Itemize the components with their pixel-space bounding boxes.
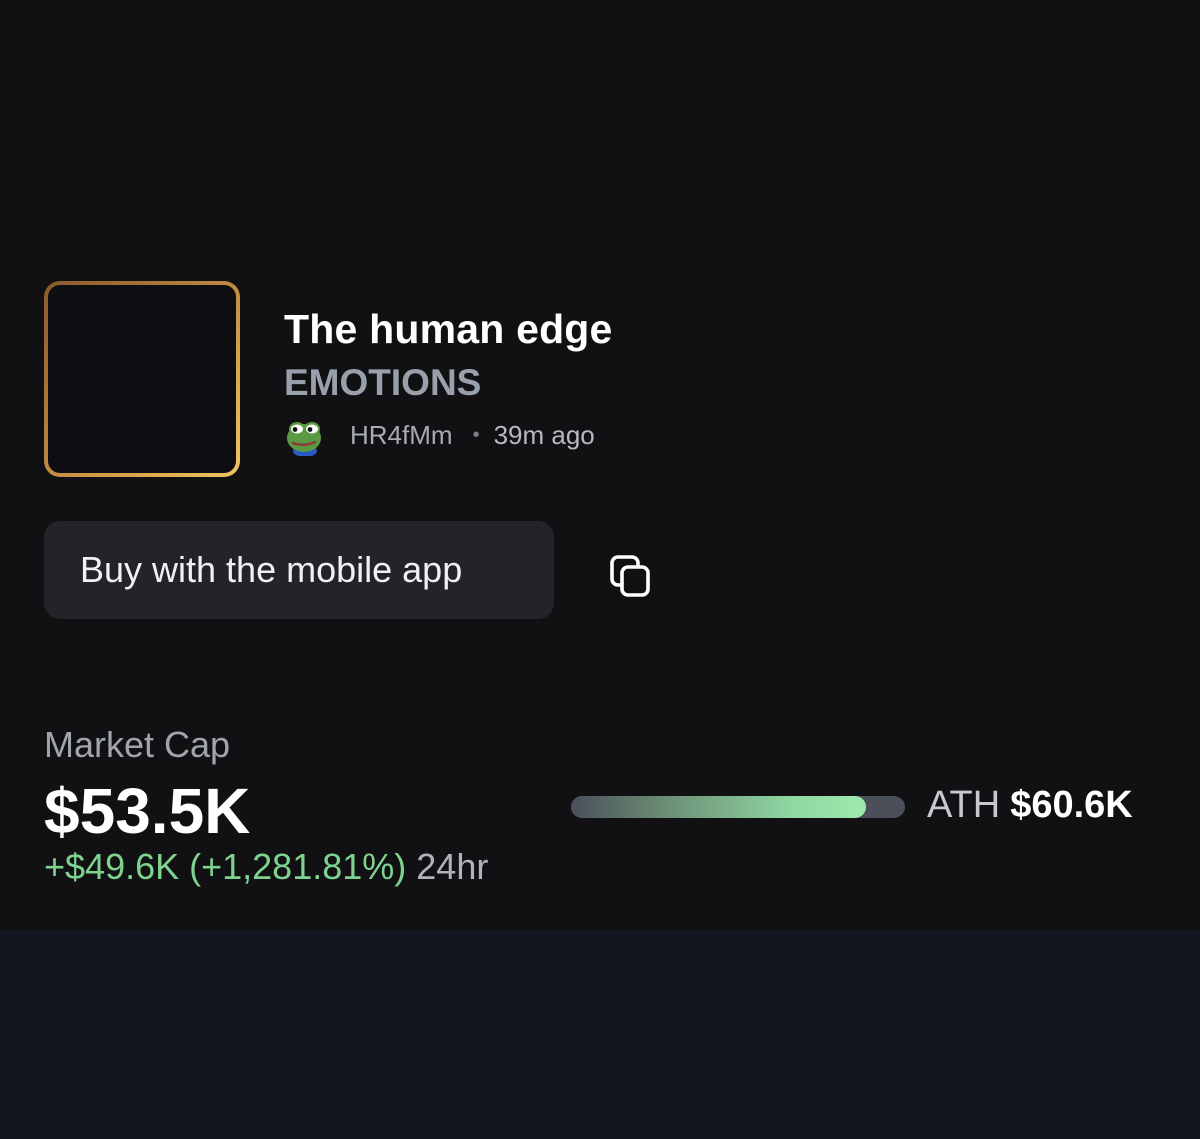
buy-with-mobile-app-button[interactable]: Buy with the mobile app: [44, 521, 554, 619]
token-image: [44, 281, 240, 477]
ath-row: ATH $60.6K: [927, 784, 1133, 827]
token-ticker: EMOTIONS: [284, 362, 482, 403]
copy-button[interactable]: [604, 550, 656, 602]
token-card: The human edge EMOTIONS HR4fMm • 39m ago…: [0, 0, 1200, 930]
token-name: The human edge: [284, 306, 613, 352]
creator-address[interactable]: HR4fMm: [350, 420, 453, 451]
token-image-placeholder: [48, 285, 236, 473]
frog-avatar-icon[interactable]: [284, 414, 326, 456]
market-cap-change: +$49.6K (+1,281.81%): [44, 846, 407, 887]
ath-value: $60.6K: [1010, 784, 1133, 826]
ath-progress-bar: [571, 796, 905, 818]
market-cap-label: Market Cap: [44, 724, 231, 765]
creator-row: HR4fMm • 39m ago: [284, 413, 595, 457]
market-cap-value: $53.5K: [44, 775, 251, 847]
change-period: 24hr: [416, 846, 489, 887]
copy-icon: [610, 555, 650, 597]
separator-dot: •: [472, 423, 480, 446]
market-cap-change-row: +$49.6K (+1,281.81%) 24hr: [44, 846, 488, 888]
created-time: 39m ago: [493, 419, 595, 450]
ath-label: ATH: [927, 784, 1001, 826]
ath-progress-fill: [571, 796, 866, 818]
